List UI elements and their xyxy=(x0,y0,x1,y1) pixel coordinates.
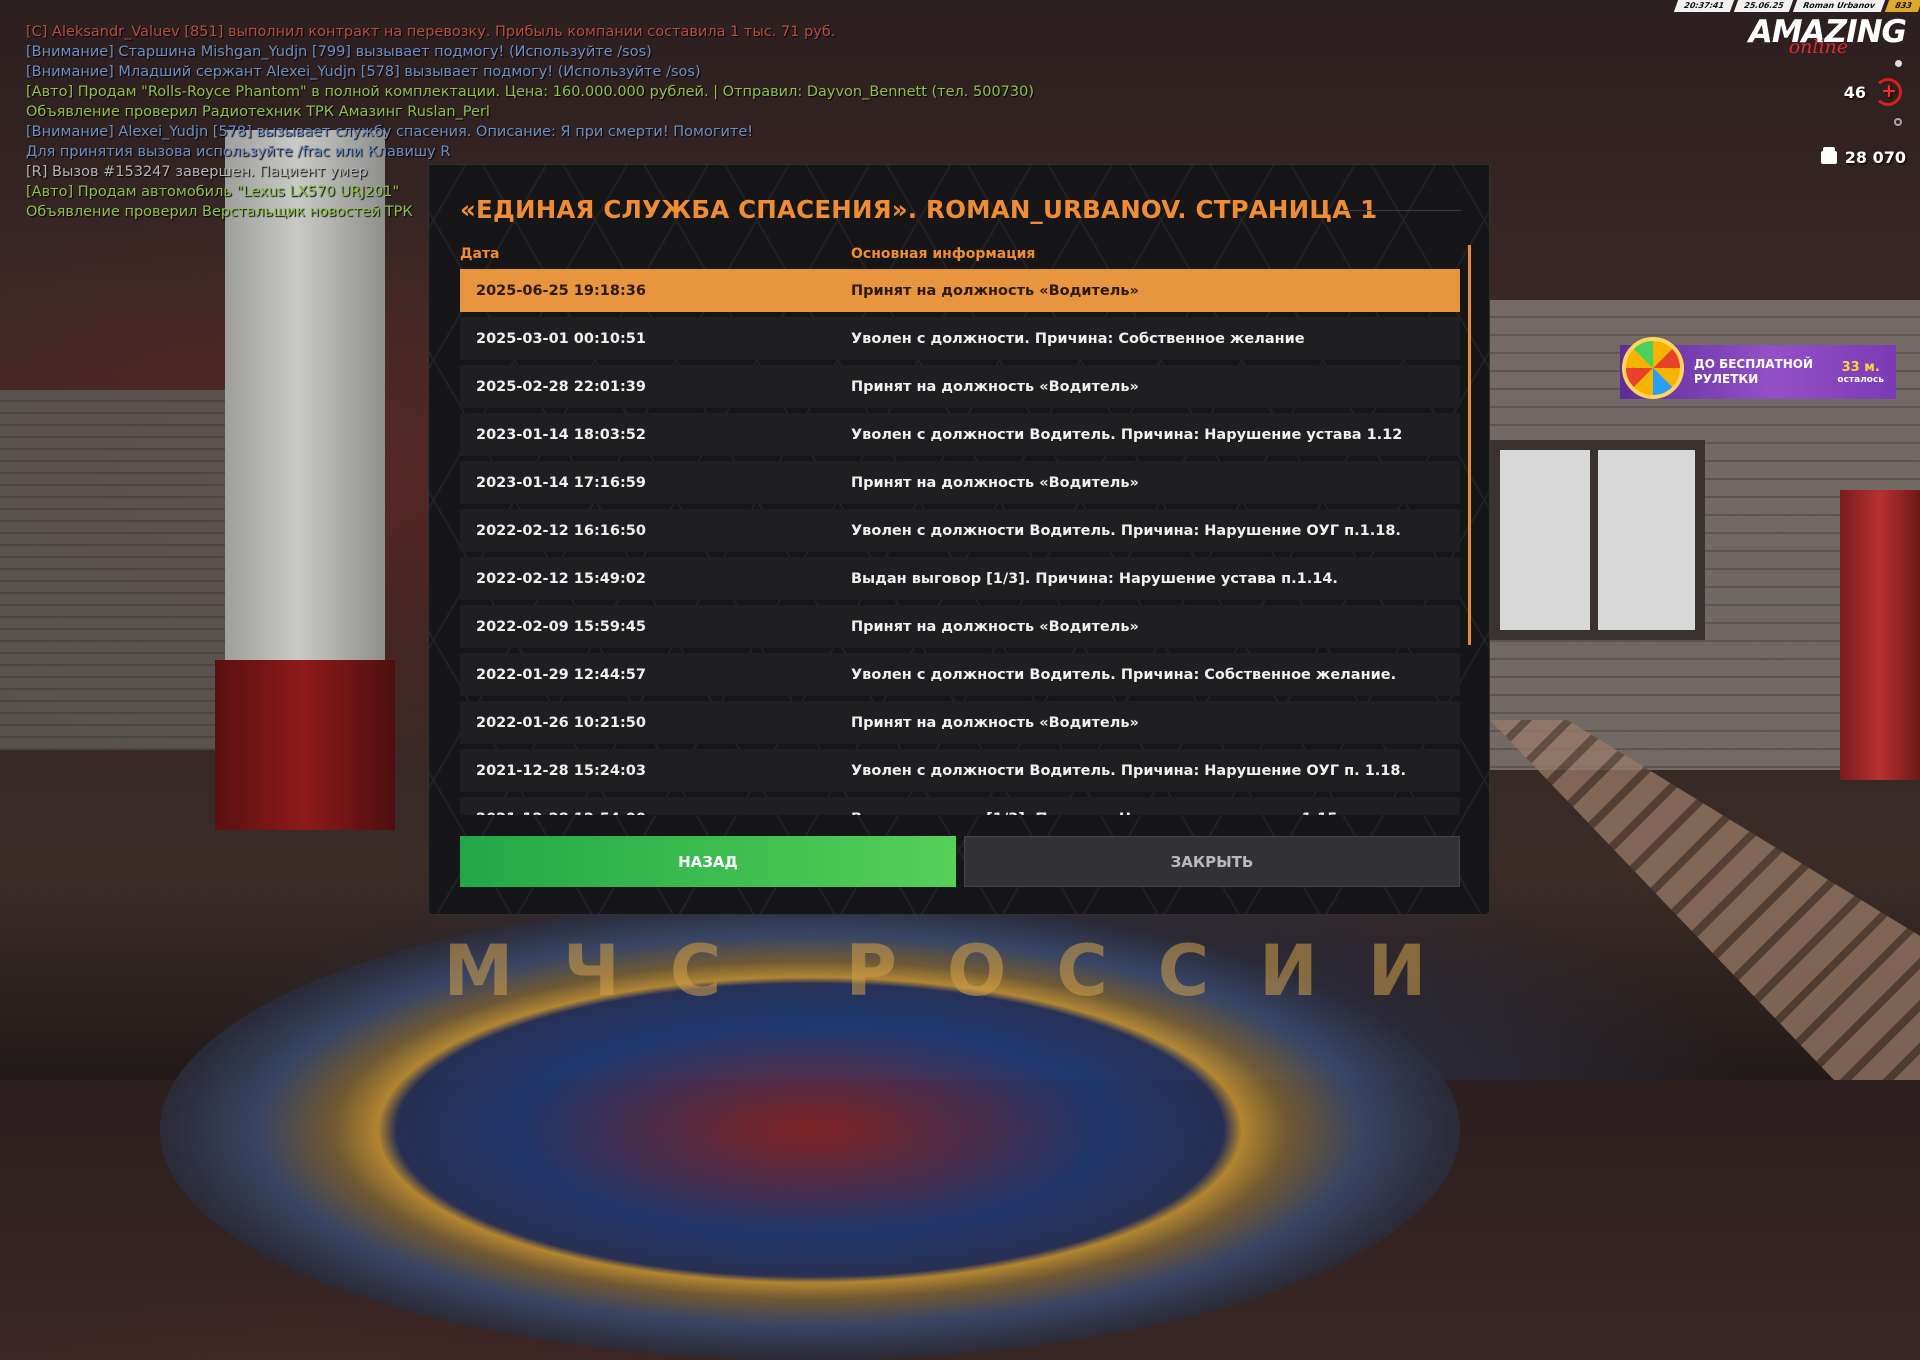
background-locker xyxy=(1840,490,1920,780)
row-info: Уволен с должности Водитель. Причина: На… xyxy=(851,426,1403,443)
table-row[interactable]: 2022-01-26 10:21:50 Принят на должность «… xyxy=(460,701,1460,744)
row-date: 2021-12-28 15:24:03 xyxy=(476,762,646,779)
row-date: 2022-02-12 15:49:02 xyxy=(476,570,646,587)
row-date: 2023-01-14 17:16:59 xyxy=(476,474,646,491)
row-info: Принят на должность «Водитель» xyxy=(851,378,1139,395)
table-row[interactable]: 2023-01-14 17:16:59 Принят на должность «… xyxy=(460,461,1460,504)
hud-player-id: 833 xyxy=(1885,0,1920,12)
row-info: Уволен с должности. Причина: Собственное… xyxy=(851,330,1305,347)
history-list[interactable]: 2025-06-25 19:18:36 Принят на должность «… xyxy=(460,269,1460,815)
table-row[interactable]: 2022-01-29 12:44:57 Уволен с должности Во… xyxy=(460,653,1460,696)
game-logo: AMAZING online xyxy=(1749,14,1907,58)
hud-top-bar: 20:37:41 25.06.25 Roman Urbanov 833 xyxy=(1673,0,1920,12)
roulette-timer: 33 м. осталось xyxy=(1837,360,1884,385)
row-info: Уволен с должности Водитель. Причина: Со… xyxy=(851,666,1397,683)
background-wall-left xyxy=(0,390,225,750)
row-info: Уволен с должности Водитель. Причина: На… xyxy=(851,762,1406,779)
money-value: 28 070 xyxy=(1844,148,1906,167)
table-row[interactable]: 2025-02-28 22:01:39 Принят на должность «… xyxy=(460,365,1460,408)
row-date: 2025-06-25 19:18:36 xyxy=(476,282,646,299)
row-date: 2025-02-28 22:01:39 xyxy=(476,378,646,395)
row-info: Принят на должность «Водитель» xyxy=(851,474,1139,491)
back-button[interactable]: НАЗАД xyxy=(460,836,956,887)
chat-line: [Внимание] Старшина Mishgan_Yudjn [799] … xyxy=(26,44,652,60)
roulette-time-value: 33 м. xyxy=(1841,359,1880,375)
row-date: 2022-02-09 15:59:45 xyxy=(476,618,646,635)
row-date: 2022-01-29 12:44:57 xyxy=(476,666,646,683)
floor-emblem-text: МЧС РОССИИ xyxy=(443,930,1477,1012)
table-row[interactable]: 2022-02-12 15:49:02 Выдан выговор [1/3]. … xyxy=(460,557,1460,600)
health-indicator: 46 + xyxy=(1844,78,1902,106)
table-row[interactable]: 2022-02-12 16:16:50 Уволен с должности Во… xyxy=(460,509,1460,552)
hud-date: 25.06.25 xyxy=(1733,0,1794,12)
dialog-title: «ЕДИНАЯ СЛУЖБА СПАСЕНИЯ». ROMAN_URBANOV.… xyxy=(460,195,1378,224)
background-window xyxy=(1490,440,1705,640)
table-row[interactable]: 2025-06-25 19:18:36 Принят на должность «… xyxy=(460,269,1460,312)
column-header-info: Основная информация xyxy=(851,246,1036,262)
chat-line: [C] Aleksandr_Valuev [851] выполнил конт… xyxy=(26,24,836,40)
status-dot-icon xyxy=(1895,60,1902,67)
row-info: Выдан выговор [1/3]. Причина: Нарушение … xyxy=(851,570,1338,587)
background-pillar-base xyxy=(215,660,395,830)
chat-line: [Внимание] Младший сержант Alexei_Yudjn … xyxy=(26,64,701,80)
table-row[interactable]: 2023-01-14 18:03:52 Уволен с должности Во… xyxy=(460,413,1460,456)
wallet-icon xyxy=(1820,147,1837,164)
chat-line: [Внимание] Alexei_Yudjn [578] вызывает с… xyxy=(26,124,754,140)
table-row[interactable]: 2021-12-28 12:54:00Выдан выговор [1/3]. … xyxy=(460,797,1460,815)
roulette-title: ДО БЕСПЛАТНОЙ РУЛЕТКИ xyxy=(1694,357,1813,386)
hud-player-name: Roman Urbanov xyxy=(1793,0,1886,12)
hud-time: 20:37:41 xyxy=(1673,0,1735,12)
roulette-time-label: осталось xyxy=(1837,374,1884,385)
roulette-wheel-icon xyxy=(1622,337,1684,399)
plus-icon: + xyxy=(1874,78,1902,106)
chat-line: Для принятия вызова используйте /frac ил… xyxy=(26,144,451,160)
row-info: Принят на должность «Водитель» xyxy=(851,714,1139,731)
table-row[interactable]: 2021-12-28 15:24:03 Уволен с должности Во… xyxy=(460,749,1460,792)
row-info: Принят на должность «Водитель» xyxy=(851,618,1139,635)
armor-icon xyxy=(1894,118,1902,126)
row-date: 2021-12-28 12:54:00 xyxy=(460,811,851,816)
chat-line: Объявление проверил Радиотехник ТРК Амаз… xyxy=(26,104,490,120)
row-date: 2022-01-26 10:21:50 xyxy=(476,714,646,731)
list-scrollbar[interactable] xyxy=(1468,245,1471,645)
row-info: Принят на должность «Водитель» xyxy=(851,282,1139,299)
title-divider xyxy=(1341,210,1461,211)
table-row[interactable]: 2022-02-09 15:59:45 Принят на должность «… xyxy=(460,605,1460,648)
table-row[interactable]: 2025-03-01 00:10:51 Уволен с должности. П… xyxy=(460,317,1460,360)
row-info: Уволен с должности Водитель. Причина: На… xyxy=(851,522,1401,539)
history-dialog: «ЕДИНАЯ СЛУЖБА СПАСЕНИЯ». ROMAN_URBANOV.… xyxy=(428,164,1490,915)
money-indicator: 28 070 xyxy=(1820,147,1906,167)
close-button[interactable]: ЗАКРЫТЬ xyxy=(964,836,1460,887)
column-header-date: Дата xyxy=(460,246,500,262)
row-info: Выдан выговор [1/3]. Причина: Нарушение … xyxy=(851,811,1460,816)
free-roulette-banner[interactable]: ДО БЕСПЛАТНОЙ РУЛЕТКИ 33 м. осталось xyxy=(1620,337,1896,399)
row-date: 2022-02-12 16:16:50 xyxy=(476,522,646,539)
chat-line: [Авто] Продам "Rolls-Royce Phantom" в по… xyxy=(26,84,1035,100)
row-date: 2023-01-14 18:03:52 xyxy=(476,426,646,443)
health-value: 46 xyxy=(1843,82,1866,102)
row-date: 2025-03-01 00:10:51 xyxy=(476,330,646,347)
